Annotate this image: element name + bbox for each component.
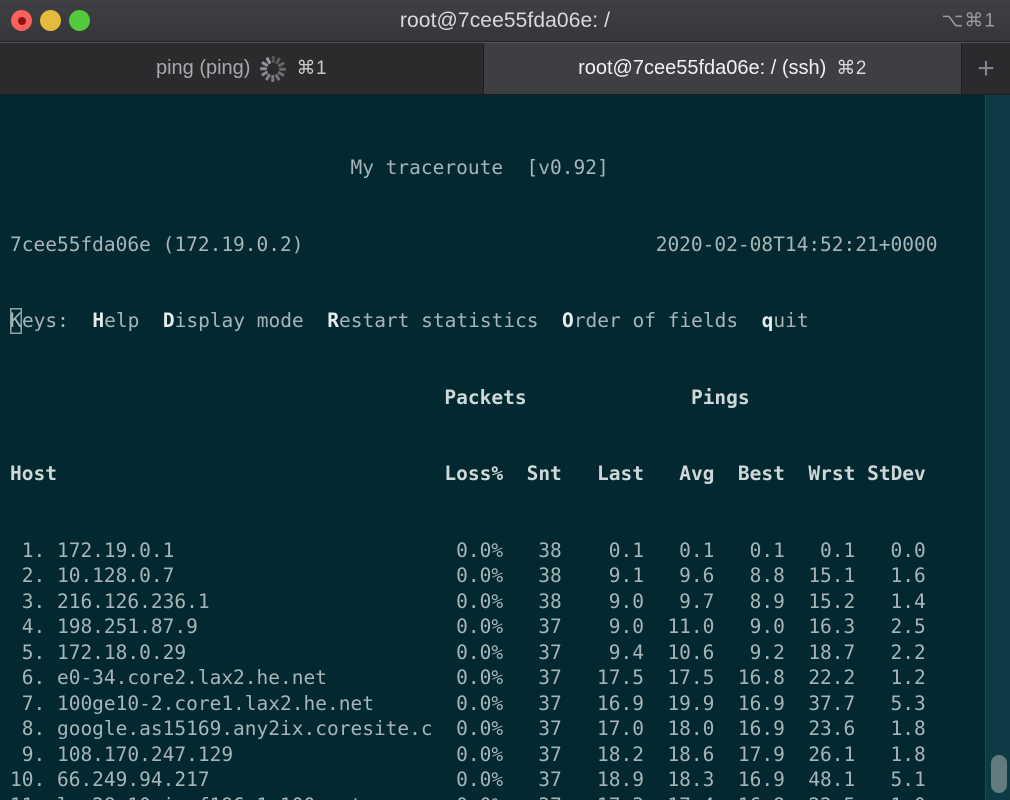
mtr-group-headers: Packets Pings [444,385,750,409]
minimize-button[interactable] [40,10,61,31]
mtr-keys-row: Keys: Help Display mode Restart statisti… [10,308,1010,334]
terminal-scrollbar[interactable] [985,95,1010,800]
tab-ssh-shortcut: ⌘2 [836,58,867,79]
terminal-cursor: K [10,309,22,332]
mtr-hostname-and-timestamp: 7cee55fda06e (172.19.0.2) 2020-02-08T14:… [10,232,938,256]
mtr-hop-row: 7. 100ge10-2.core1.lax2.he.net 0.0% 37 1… [10,691,926,715]
mtr-hop-row: 1. 172.19.0.1 0.0% 38 0.1 0.1 0.1 0.1 0.… [10,538,926,562]
window-shortcut-label: ⌥⌘1 [941,10,996,31]
tab-bar: ping (ping) ⌘1 root@7cee55fda06e: / (ssh… [0,42,1010,95]
mtr-host-row: 7cee55fda06e (172.19.0.2) 2020-02-08T14:… [10,232,1010,258]
mtr-app-title: My traceroute [v0.92] [10,156,609,179]
mtr-group-header-row: Packets Pings [10,385,1010,411]
recording-dot-icon [17,16,26,25]
mtr-hop-row: 4. 198.251.87.9 0.0% 37 9.0 11.0 9.0 16.… [10,615,926,638]
new-tab-button[interactable]: + [962,43,1010,94]
terminal-pane[interactable]: My traceroute [v0.92] 7cee55fda06e (172.… [0,95,1010,800]
traffic-light-group [0,10,90,31]
terminal-scrollbar-thumb[interactable] [991,755,1007,793]
terminal-screen: My traceroute [v0.92] 7cee55fda06e (172.… [0,95,1010,800]
mtr-hop-row: 2. 10.128.0.7 0.0% 38 9.1 9.6 8.8 15.1 1… [10,564,926,587]
spinner-icon [260,55,287,82]
tab-ping-label: ping (ping) [155,57,251,79]
mtr-hop-row: 9. 108.170.247.129 0.0% 37 18.2 18.6 17.… [10,742,926,766]
tab-ping[interactable]: ping (ping) ⌘1 [0,43,484,94]
mtr-hop-row: 5. 172.18.0.29 0.0% 37 9.4 10.6 9.2 18.7… [10,640,926,664]
zoom-button[interactable] [69,10,90,31]
terminal-window: root@7cee55fda06e: / ⌥⌘1 ping (ping) ⌘1 … [0,0,1010,800]
mtr-hop-row: 6. e0-34.core2.lax2.he.net 0.0% 37 17.5 … [10,666,926,689]
close-button[interactable] [11,10,32,31]
mtr-hop-row: 11. lax28s10-in-f196.1e100.net 0.0% 37 1… [10,793,1010,800]
tab-ping-shortcut: ⌘1 [296,58,328,79]
mtr-keys-line: Keys: Help Display mode Restart statisti… [10,309,809,332]
mtr-hop-row: 10. 66.249.94.217 0.0% 37 18.9 18.3 16.9… [10,768,926,791]
tab-ssh-label: root@7cee55fda06e: / (ssh) [578,57,827,79]
window-title: root@7cee55fda06e: / [399,8,611,32]
mtr-column-header-row: Host Loss% Snt Last Avg Best Wrst StDev [10,461,1010,487]
mtr-hop-table: 1. 172.19.0.1 0.0% 38 0.1 0.1 0.1 0.1 0.… [10,538,1010,800]
title-bar: root@7cee55fda06e: / ⌥⌘1 [0,0,1010,42]
mtr-title-row: My traceroute [v0.92] [10,155,1010,181]
mtr-hop-row: 8. google.as15169.any2ix.coresite.c 0.0%… [10,717,926,740]
tab-ssh[interactable]: root@7cee55fda06e: / (ssh) ⌘2 [484,43,962,94]
mtr-hop-row: 3. 216.126.236.1 0.0% 38 9.0 9.7 8.9 15.… [10,589,926,613]
mtr-column-headers: Host Loss% Snt Last Avg Best Wrst StDev [10,462,926,485]
